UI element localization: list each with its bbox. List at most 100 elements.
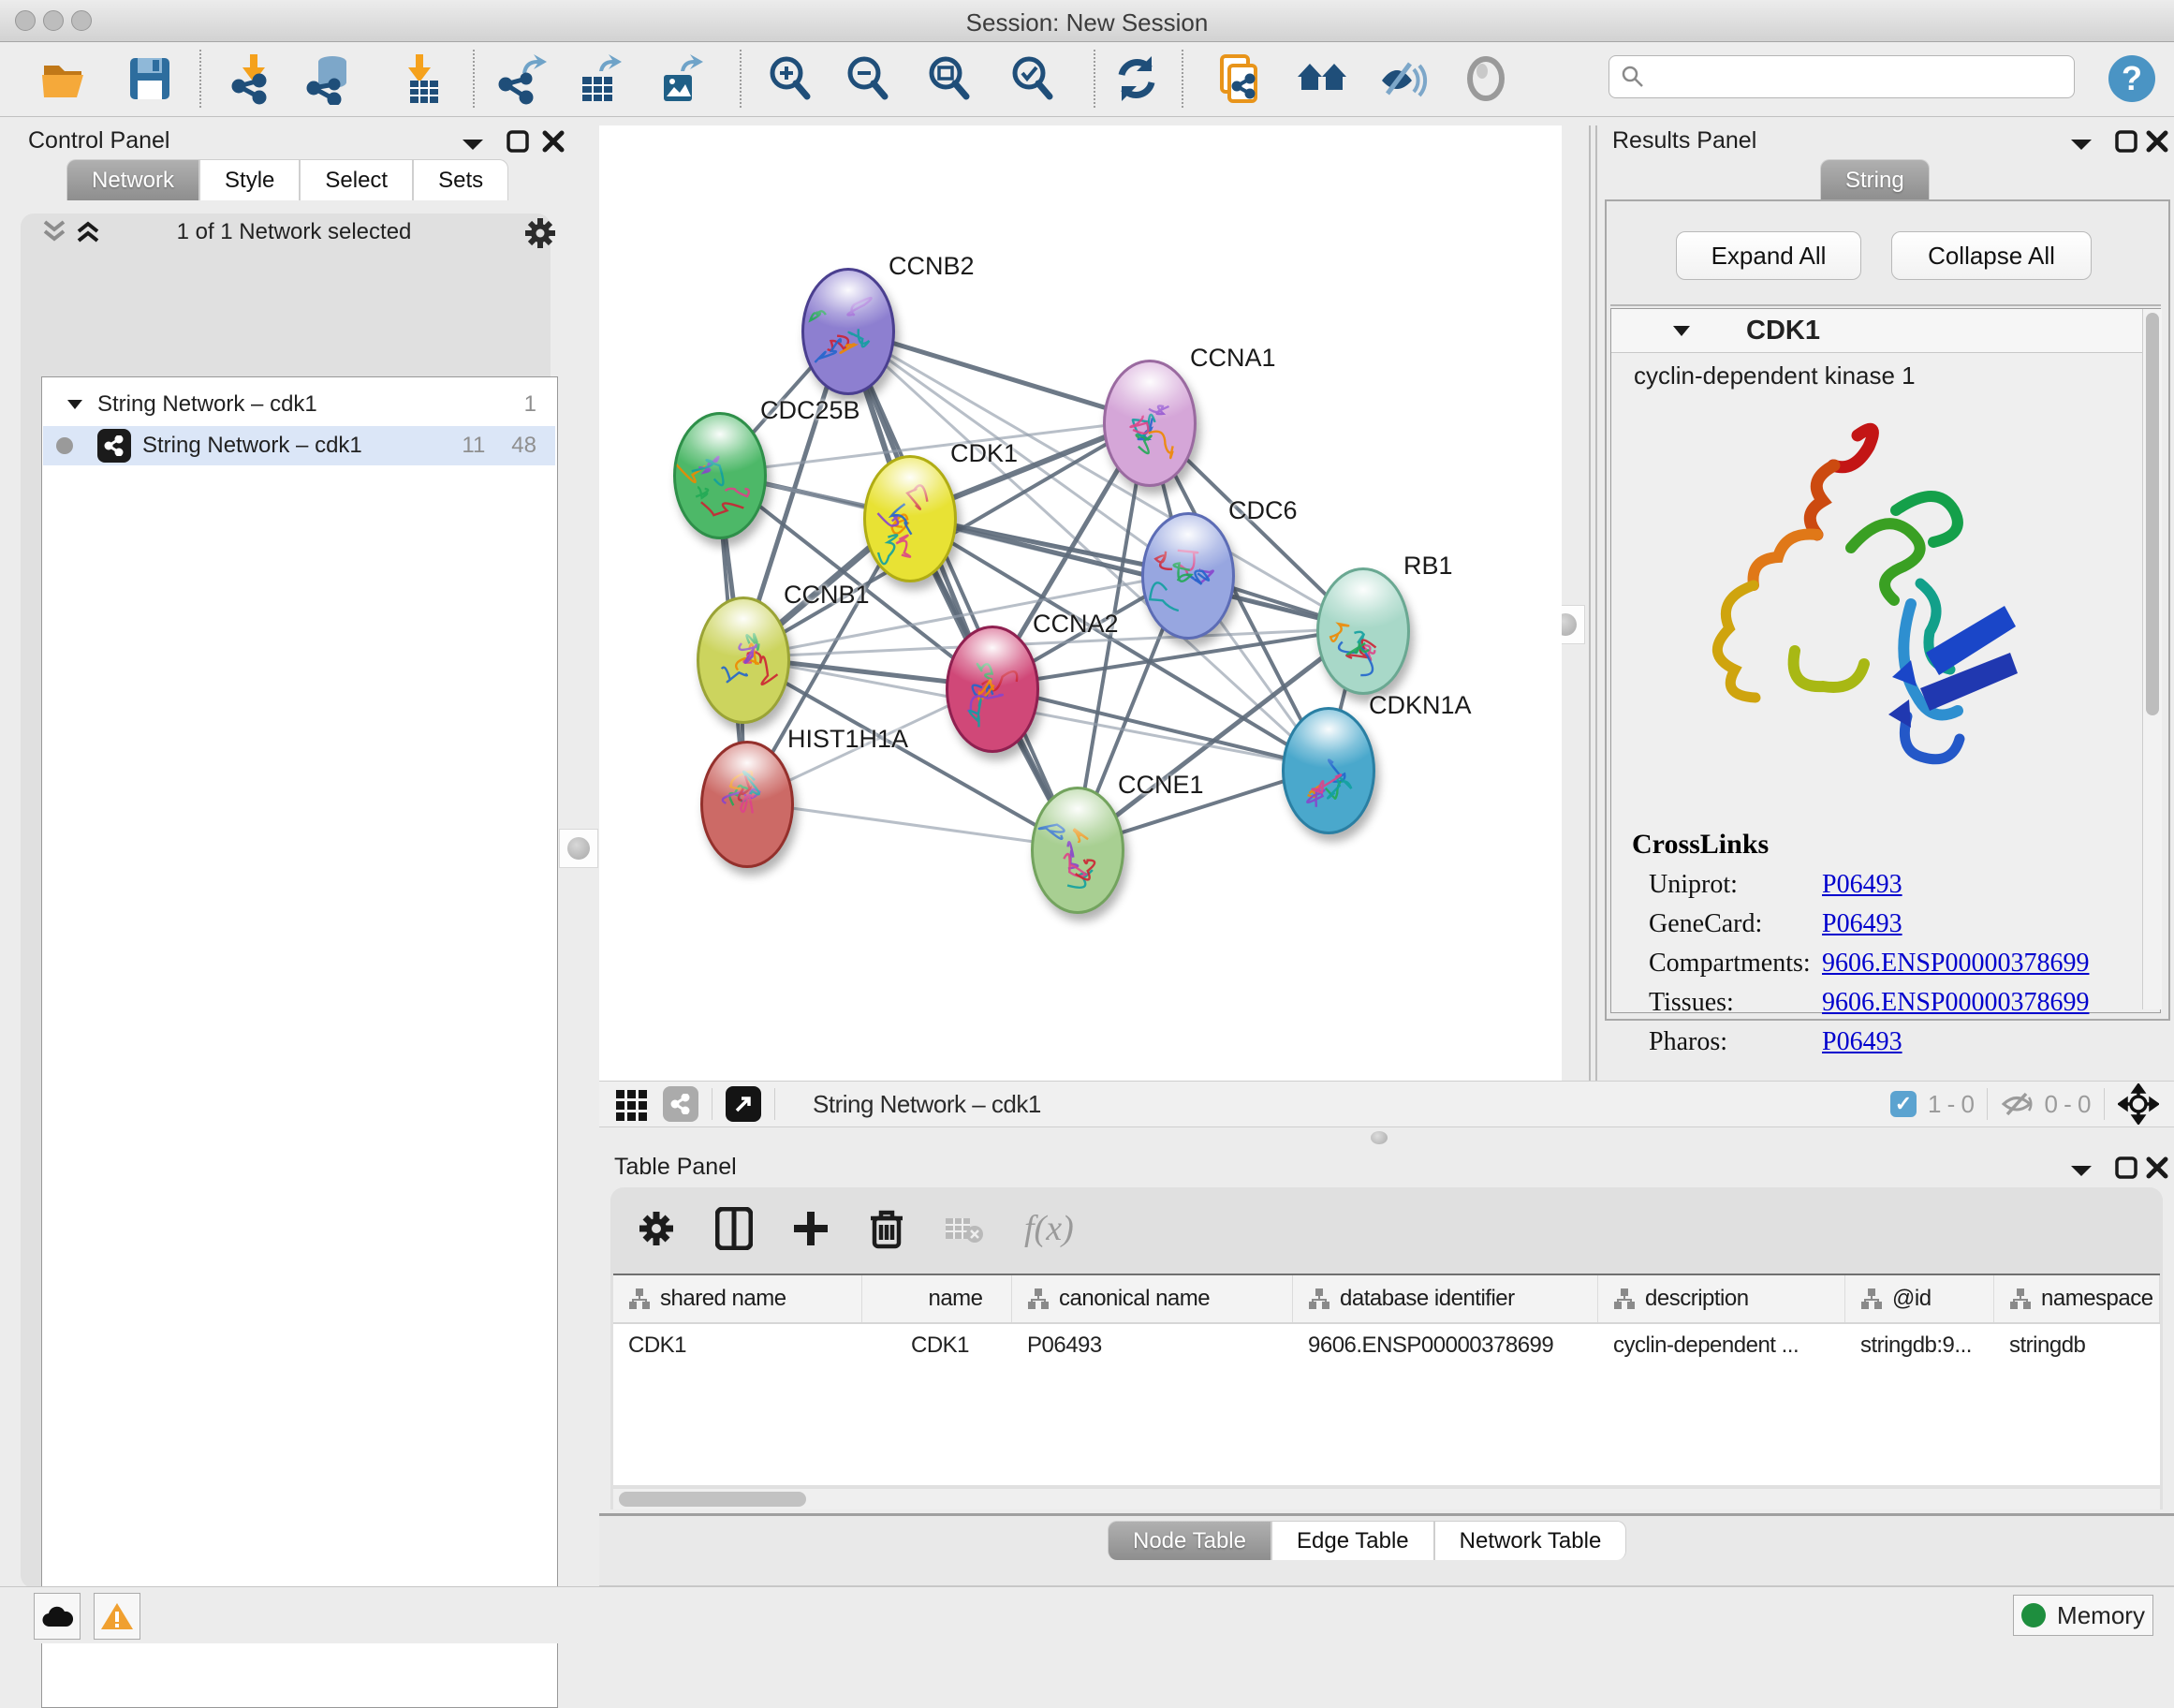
open-session-icon[interactable] — [37, 52, 92, 106]
grid-view-icon[interactable] — [614, 1086, 650, 1122]
collection-expander-icon[interactable] — [66, 398, 84, 411]
import-table-file-icon[interactable] — [392, 52, 447, 106]
float-panel-icon[interactable] — [2069, 137, 2093, 152]
network-node-hist1h1a[interactable] — [700, 741, 794, 868]
network-node-ccne1[interactable] — [1031, 787, 1124, 914]
crosslink-link[interactable]: 9606.ENSP00000378699 — [1822, 949, 2089, 979]
column-header-name[interactable]: name — [862, 1275, 1012, 1322]
show-columns-icon[interactable] — [715, 1207, 753, 1250]
crosslink-link[interactable]: P06493 — [1822, 909, 1902, 939]
import-network-database-icon[interactable] — [303, 52, 358, 106]
network-node-ccnb2[interactable] — [801, 268, 895, 395]
undock-panel-icon[interactable] — [2114, 1156, 2138, 1180]
network-edge-count: 48 — [511, 433, 536, 459]
undock-panel-icon[interactable] — [506, 129, 530, 154]
crosslink-link[interactable]: P06493 — [1822, 1027, 1902, 1057]
network-node-cdc6[interactable] — [1141, 512, 1235, 640]
first-neighbors-icon[interactable] — [1295, 52, 1349, 106]
refresh-icon[interactable] — [1109, 52, 1164, 106]
export-image-icon[interactable] — [652, 52, 706, 106]
cell[interactable]: cyclin-dependent ... — [1598, 1324, 1845, 1367]
cloud-status-button[interactable] — [34, 1593, 81, 1640]
table-options-gear-icon[interactable] — [637, 1209, 676, 1248]
network-row[interactable]: String Network – cdk1 11 48 — [43, 426, 555, 465]
crosslink-link[interactable]: 9606.ENSP00000378699 — [1822, 988, 2089, 1018]
network-node-ccna2[interactable] — [946, 626, 1039, 753]
tab-sets[interactable]: Sets — [413, 159, 508, 200]
table-horizontal-scrollbar[interactable] — [613, 1489, 2160, 1509]
table-scrollbar-thumb[interactable] — [619, 1492, 806, 1507]
clone-network-icon[interactable] — [1212, 52, 1266, 106]
cell[interactable]: stringdb — [1994, 1324, 2160, 1367]
expand-all-button[interactable]: Expand All — [1676, 231, 1861, 280]
open-in-new-window-icon[interactable] — [726, 1086, 761, 1122]
close-panel-icon[interactable] — [2145, 129, 2169, 154]
bottom-splitter-handle[interactable] — [1371, 1131, 1388, 1144]
network-node-ccna1[interactable] — [1103, 360, 1197, 487]
import-network-file-icon[interactable] — [227, 52, 281, 106]
gene-section-header[interactable]: CDK1 — [1611, 309, 2160, 353]
search-input[interactable] — [1653, 63, 2059, 91]
cell[interactable]: stringdb:9... — [1845, 1324, 1994, 1367]
cell[interactable]: CDK1 — [862, 1324, 1012, 1367]
zoom-out-icon[interactable] — [841, 52, 895, 106]
export-table-icon[interactable] — [570, 52, 624, 106]
undock-panel-icon[interactable] — [2114, 129, 2138, 154]
show-graphics-details-icon[interactable] — [1459, 52, 1513, 106]
column-header--id[interactable]: @id — [1845, 1275, 1994, 1322]
network-share-icon[interactable] — [663, 1086, 698, 1122]
left-splitter-handle[interactable] — [559, 829, 598, 868]
network-options-gear-icon[interactable] — [522, 215, 558, 251]
section-expander-icon[interactable] — [1671, 324, 1692, 338]
cell[interactable]: P06493 — [1012, 1324, 1293, 1367]
warnings-button[interactable] — [94, 1593, 140, 1640]
network-collection-row[interactable]: String Network – cdk1 1 — [43, 385, 555, 424]
tab-style[interactable]: Style — [199, 159, 300, 200]
column-header-description[interactable]: description — [1598, 1275, 1845, 1322]
float-panel-icon[interactable] — [2069, 1163, 2093, 1178]
network-node-ccnb1[interactable] — [697, 596, 790, 724]
save-session-icon[interactable] — [122, 52, 176, 106]
column-header-canonical-name[interactable]: canonical name — [1012, 1275, 1293, 1322]
close-panel-icon[interactable] — [2145, 1156, 2169, 1180]
export-network-icon[interactable] — [493, 52, 548, 106]
cell[interactable]: CDK1 — [613, 1324, 862, 1367]
crosslink-link[interactable]: P06493 — [1822, 870, 1902, 900]
column-type-icon — [628, 1288, 651, 1310]
zoom-in-icon[interactable] — [763, 52, 817, 106]
network-node-cdc25b[interactable] — [673, 412, 767, 539]
tab-select[interactable]: Select — [300, 159, 413, 200]
node-table-row[interactable]: CDK1CDK1P064939606.ENSP00000378699cyclin… — [613, 1324, 2160, 1367]
float-panel-icon[interactable] — [461, 137, 485, 152]
expand-all-trees-icon[interactable] — [75, 219, 101, 243]
results-splitter-line[interactable] — [1589, 125, 1597, 1126]
column-header-namespace[interactable]: namespace — [1994, 1275, 2160, 1322]
hide-selected-icon[interactable] — [1375, 52, 1430, 106]
network-node-cdkn1a[interactable] — [1282, 707, 1375, 834]
tab-network-table[interactable]: Network Table — [1434, 1521, 1627, 1560]
collapse-all-trees-icon[interactable] — [41, 219, 67, 243]
delete-column-icon[interactable] — [869, 1207, 904, 1250]
tab-string[interactable]: String — [1820, 159, 1930, 200]
column-header-database-identifier[interactable]: database identifier — [1293, 1275, 1598, 1322]
cell[interactable]: 9606.ENSP00000378699 — [1293, 1324, 1598, 1367]
network-node-cdk1[interactable] — [863, 455, 957, 582]
tab-edge-table[interactable]: Edge Table — [1271, 1521, 1434, 1560]
column-header-shared-name[interactable]: shared name — [613, 1275, 862, 1322]
tab-node-table[interactable]: Node Table — [1108, 1521, 1271, 1560]
network-node-rb1[interactable] — [1316, 567, 1410, 695]
zoom-fit-icon[interactable] — [922, 52, 977, 106]
close-panel-icon[interactable] — [541, 129, 566, 154]
collapse-all-button[interactable]: Collapse All — [1891, 231, 2092, 280]
memory-button[interactable]: Memory — [2013, 1595, 2153, 1636]
help-icon[interactable]: ? — [2105, 52, 2159, 106]
search-box[interactable] — [1608, 55, 2075, 98]
results-scrollbar-thumb[interactable] — [2146, 313, 2159, 715]
zoom-selected-icon[interactable] — [1006, 52, 1060, 106]
toolbar-separator — [473, 50, 475, 108]
node-table[interactable]: shared namenamecanonical namedatabase id… — [613, 1274, 2160, 1485]
add-column-icon[interactable] — [792, 1210, 830, 1247]
network-canvas[interactable]: CCNB2CCNA1CDC25BCDK1CDC6RB1CCNB1CCNA2CDK… — [599, 125, 1562, 1081]
results-scrollbar[interactable] — [2142, 309, 2162, 1009]
tab-network[interactable]: Network — [66, 159, 199, 200]
